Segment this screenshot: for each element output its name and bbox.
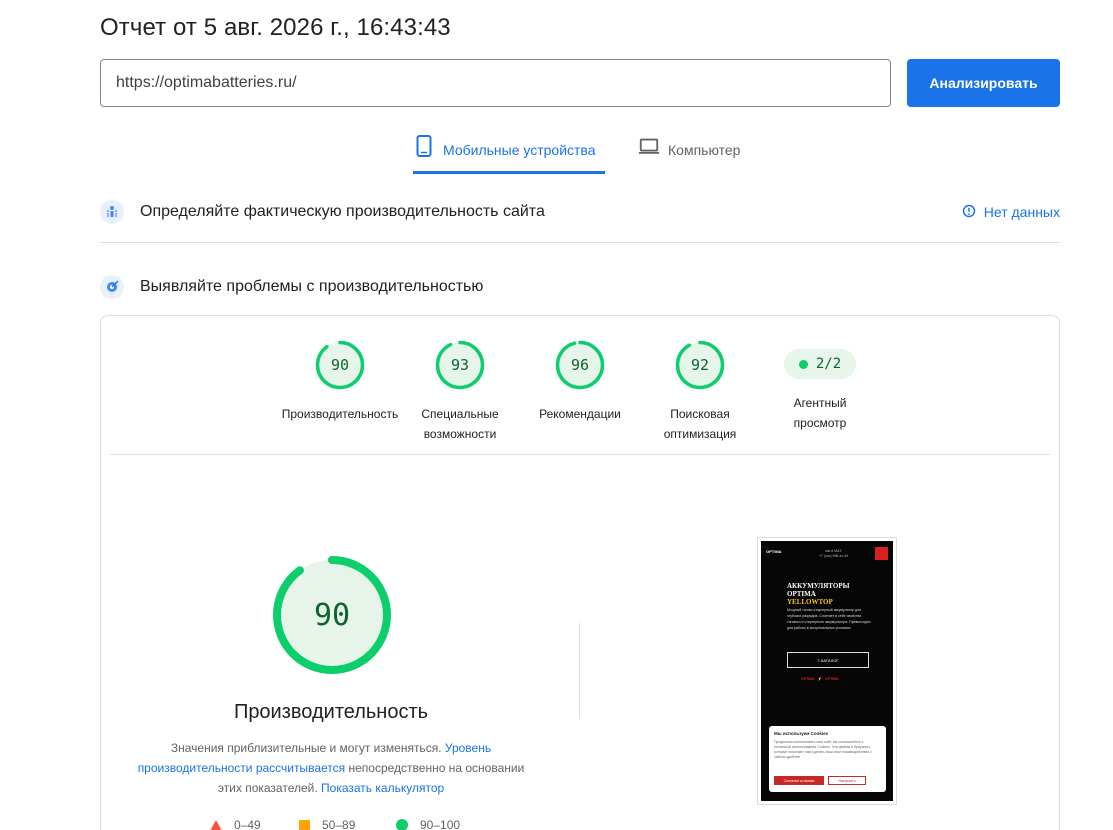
tab-mobile[interactable]: Мобильные устройства <box>413 134 605 174</box>
cookie-accept-button: Согласен со всеми <box>774 776 824 785</box>
gauges-divider <box>110 454 1050 455</box>
tab-mobile-label: Мобильные устройства <box>443 142 596 158</box>
gauge-ring: 93 <box>435 340 485 390</box>
gauge-score: 90 <box>331 356 349 374</box>
cookie-title: Мы используем Cookies <box>774 731 829 736</box>
legend-fail-range: 0–49 <box>234 818 261 830</box>
legend-pass-range: 90–100 <box>420 818 461 830</box>
legend-average-range: 50–89 <box>322 818 356 830</box>
smartphone-icon <box>413 134 435 158</box>
no-data-label: Нет данных <box>983 204 1060 220</box>
gauge-label-line: Поисковая <box>670 407 730 421</box>
performance-big-gauge: 90 <box>273 556 391 674</box>
gauge-label: Рекомендации <box>520 404 640 424</box>
no-data-link[interactable]: Нет данных <box>962 204 1060 221</box>
tab-desktop-label: Компьютер <box>668 142 741 158</box>
gauge-label-line: Производительность <box>281 407 399 421</box>
screenshot-menu-icon <box>875 547 888 560</box>
cookie-configure-button: Настроить <box>828 776 866 785</box>
laptop-icon <box>638 134 660 158</box>
performance-description: Значения приблизительные и могут изменят… <box>130 738 532 798</box>
pass-dot-icon <box>798 359 808 369</box>
gauge-label-line: Агентный <box>793 396 847 410</box>
tab-desktop[interactable]: Компьютер <box>638 134 740 174</box>
screenshot-headline-line: OPTIMA <box>787 590 816 598</box>
gauge-label: Поисковая оптимизация <box>640 404 760 444</box>
gauge-label-line: возможности <box>423 427 497 441</box>
legend-pass: 90–100 <box>396 818 460 830</box>
lighthouse-icon <box>100 275 124 299</box>
performance-title: Производительность <box>233 701 429 723</box>
lab-data-section: Выявляйте проблемы с производительностью <box>100 275 1060 299</box>
users-icon <box>100 200 124 224</box>
gauge-ring: 92 <box>675 340 725 390</box>
cookie-buttons: Согласен со всеми Настроить <box>774 776 866 785</box>
gauge-seo[interactable]: 92 Поисковая оптимизация <box>640 340 760 444</box>
gauge-best-practices[interactable]: 96 Рекомендации <box>520 340 640 424</box>
analyze-button[interactable]: Анализировать <box>907 59 1060 107</box>
square-icon <box>299 819 310 830</box>
performance-score: 90 <box>314 598 350 633</box>
gauge-label: Специальные возможности <box>400 404 520 444</box>
gauge-label-line: оптимизация <box>663 427 737 441</box>
gauge-label: Агентный просмотр <box>760 393 880 433</box>
category-gauges: 90 Производительность 93 Специальные возм… <box>280 340 880 450</box>
screenshot-text: Мощный тягово-стартерный аккумулятор для… <box>787 608 871 630</box>
field-data-section: Определяйте фактическую производительнос… <box>100 200 1060 224</box>
show-calculator-link[interactable]: Показать калькулятор <box>321 781 444 795</box>
circle-icon <box>396 819 408 830</box>
agent-score: 2/2 <box>815 356 842 372</box>
screenshot-headline: АККУМУЛЯТОРЫ OPTIMA YELLOWTOP <box>787 582 849 606</box>
desc-prefix: Значения приблизительные и могут изменят… <box>170 741 442 755</box>
field-data-title: Определяйте фактическую производительнос… <box>140 203 545 220</box>
gauge-ring: 96 <box>555 340 605 390</box>
screenshot-phone: мы в MAX +7 (xxx) 998-xx-44 <box>819 549 848 559</box>
screenshot-viewport: OPTIMA мы в MAX +7 (xxx) 998-xx-44 АККУМ… <box>761 541 893 801</box>
lab-data-title: Выявляйте проблемы с производительностью <box>140 278 484 295</box>
gauge-agentic-browsing[interactable]: 2/2 Агентный просмотр <box>760 340 880 433</box>
screenshot-logo: OPTIMA <box>766 549 782 554</box>
url-input[interactable] <box>100 59 891 107</box>
gauge-score: 96 <box>571 356 589 374</box>
screenshot-brands: OPTIMA · ⚡ · OPTIMA <box>801 677 839 681</box>
info-icon <box>962 204 976 221</box>
screenshot-phone-line: +7 (xxx) 998-xx-44 <box>819 554 849 558</box>
gauge-accessibility[interactable]: 93 Специальные возможности <box>400 340 520 444</box>
agent-badge: 2/2 <box>784 349 856 379</box>
vertical-divider <box>579 623 580 719</box>
report-title: Отчет от 5 авг. 2026 г., 16:43:43 <box>100 14 451 41</box>
gauge-score: 92 <box>691 356 709 374</box>
screenshot-headline-line: YELLOWTOP <box>787 598 833 606</box>
section-divider <box>100 242 1060 243</box>
screenshot-cookie-banner: Мы используем Cookies Продолжая использо… <box>769 726 886 792</box>
gauge-score: 93 <box>451 356 469 374</box>
gauge-label: Производительность <box>280 404 400 424</box>
screenshot-headline-line: АККУМУЛЯТОРЫ <box>787 582 850 590</box>
gauge-label-line: просмотр <box>793 416 847 430</box>
gauge-label-line: Специальные <box>421 407 499 421</box>
legend-average: 50–89 <box>299 818 355 830</box>
triangle-icon <box>210 819 222 830</box>
legend-fail: 0–49 <box>210 818 261 830</box>
gauge-ring: 90 <box>315 340 365 390</box>
gauge-label-line: Рекомендации <box>539 407 621 421</box>
page-screenshot[interactable]: OPTIMA мы в MAX +7 (xxx) 998-xx-44 АККУМ… <box>757 537 897 805</box>
gauge-performance[interactable]: 90 Производительность <box>280 340 400 424</box>
cookie-text: Продолжая использовать наш сайт, вы согл… <box>774 740 872 759</box>
screenshot-catalog-button: ≡ КАТАЛОГ <box>787 652 869 668</box>
